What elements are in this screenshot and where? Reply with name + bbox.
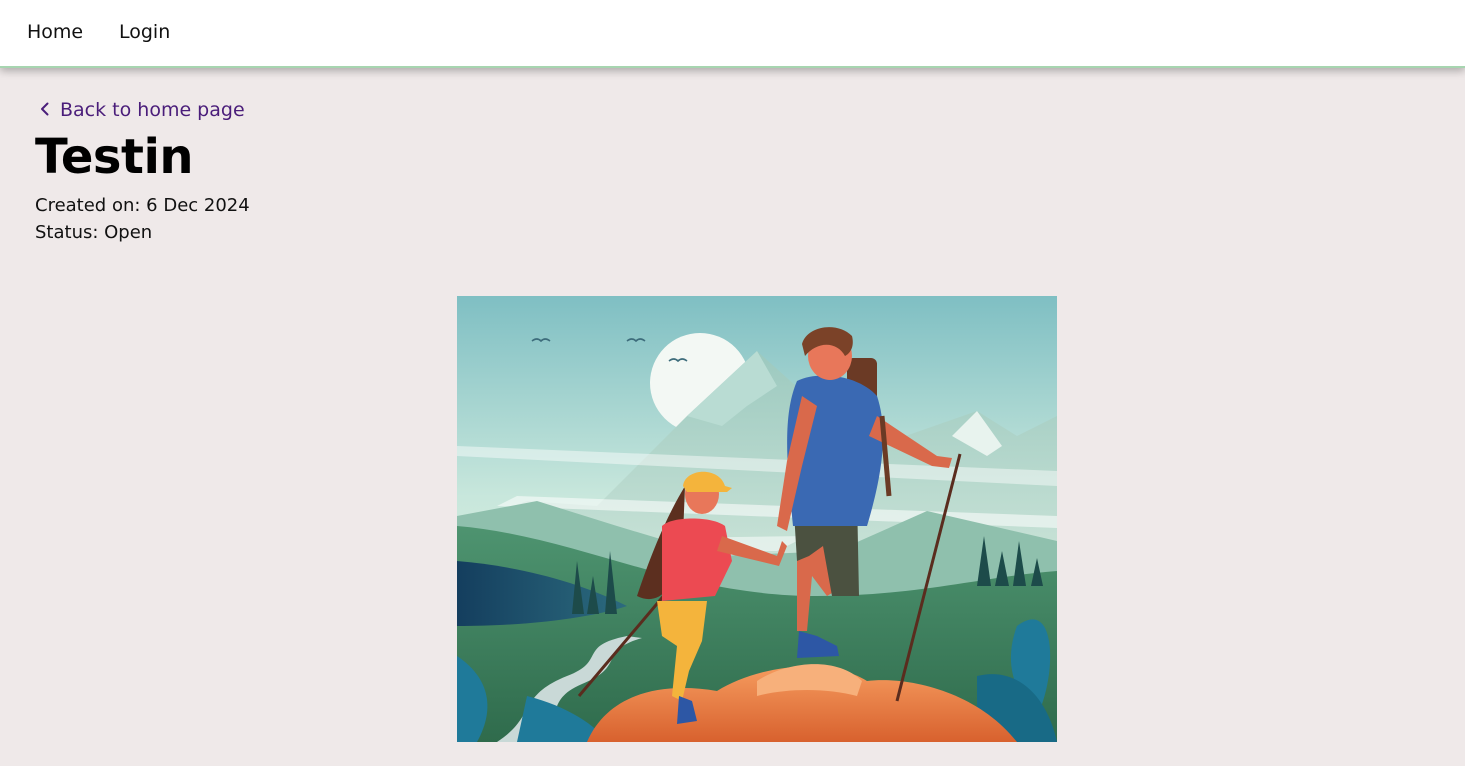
hero-image [457, 296, 1057, 742]
nav-login-link[interactable]: Login [119, 20, 170, 44]
page-title: Testin [35, 129, 194, 185]
created-on-text: Created on: 6 Dec 2024 [35, 195, 250, 216]
chevron-left-icon [37, 98, 53, 116]
top-navigation-bar: Home Login [0, 0, 1465, 68]
status-text: Status: Open [35, 222, 153, 243]
nav-home-link[interactable]: Home [27, 20, 83, 44]
back-link-label: Back to home page [60, 99, 245, 121]
back-to-home-link[interactable]: Back to home page [37, 97, 245, 123]
